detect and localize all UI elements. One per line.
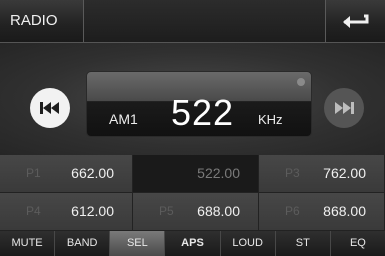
preset-frequency: 868.00 xyxy=(323,203,366,219)
top-bar: RADIO xyxy=(0,0,385,43)
preset-frequency: 662.00 xyxy=(71,165,114,181)
st-button[interactable]: ST xyxy=(276,231,331,256)
function-bar: MUTE BAND SEL APS LOUD ST EQ xyxy=(0,231,385,256)
back-button[interactable] xyxy=(326,0,385,42)
radio-tab[interactable]: RADIO xyxy=(0,0,84,42)
preset-number: P3 xyxy=(285,166,300,180)
preset-2[interactable]: 522.00 xyxy=(133,155,259,193)
loud-button[interactable]: LOUD xyxy=(221,231,276,256)
seek-back-button[interactable] xyxy=(30,88,70,128)
mute-button[interactable]: MUTE xyxy=(0,231,56,256)
seek-forward-button[interactable] xyxy=(324,88,364,128)
preset-3[interactable]: P3 762.00 xyxy=(259,155,385,193)
preset-1[interactable]: P1 662.00 xyxy=(0,155,133,193)
preset-number: P5 xyxy=(159,204,174,218)
preset-frequency: 522.00 xyxy=(197,165,240,181)
preset-number: P4 xyxy=(26,204,41,218)
preset-grid: P1 662.00 522.00 P3 762.00 P4 612.00 P5 … xyxy=(0,155,385,231)
preset-5[interactable]: P5 688.00 xyxy=(133,193,259,231)
seek-back-icon xyxy=(40,102,59,114)
eq-button[interactable]: EQ xyxy=(331,231,385,256)
preset-6[interactable]: P6 868.00 xyxy=(259,193,385,231)
frequency-value: 522 xyxy=(171,92,235,133)
title-area xyxy=(84,0,326,42)
preset-frequency: 762.00 xyxy=(323,165,366,181)
preset-frequency: 688.00 xyxy=(197,203,240,219)
seek-forward-icon xyxy=(335,102,354,114)
aps-button[interactable]: APS xyxy=(165,231,221,256)
radio-screen: RADIO AM1 522 KHz P1 662.00 522.00 P3 76… xyxy=(0,0,385,256)
frequency-display: AM1 522 KHz xyxy=(86,71,312,137)
frequency-unit: KHz xyxy=(258,112,283,127)
preset-number: P1 xyxy=(26,166,41,180)
indicator-dot xyxy=(297,78,305,86)
return-arrow-icon xyxy=(342,14,368,28)
preset-frequency: 612.00 xyxy=(71,203,114,219)
sel-button[interactable]: SEL xyxy=(110,231,166,256)
preset-number: P6 xyxy=(285,204,300,218)
tuner-area: AM1 522 KHz xyxy=(0,43,385,155)
band-label: AM1 xyxy=(109,111,138,127)
band-button[interactable]: BAND xyxy=(55,231,111,256)
preset-4[interactable]: P4 612.00 xyxy=(0,193,133,231)
